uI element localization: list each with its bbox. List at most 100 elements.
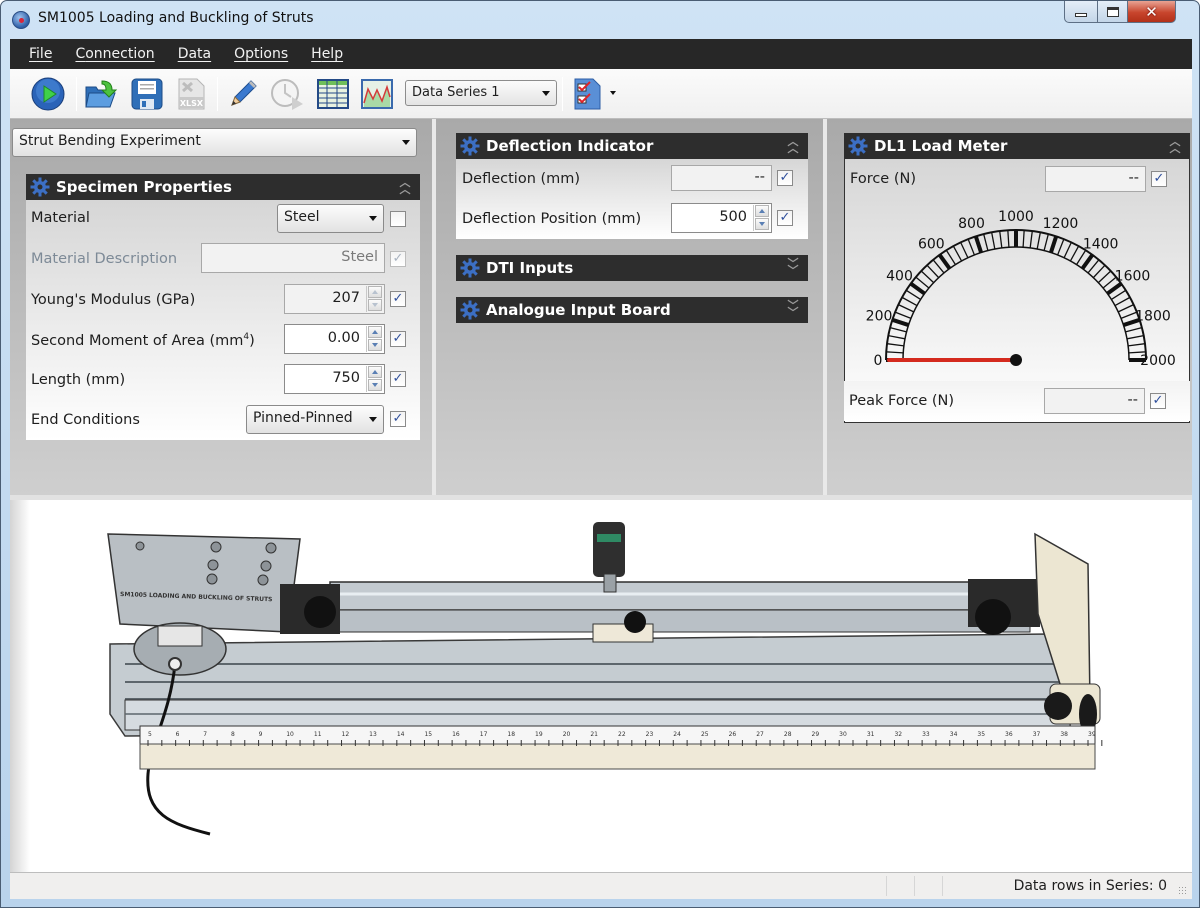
data-series-select[interactable]: Data Series 1 xyxy=(405,80,557,106)
gauge-minor-tick xyxy=(1092,264,1106,279)
spin-up-icon[interactable] xyxy=(755,205,769,217)
deflection-indicator-header[interactable]: Deflection Indicator ︿ ︿ xyxy=(456,133,808,159)
menu-data-label: ata xyxy=(188,46,212,62)
gauge-major-tick xyxy=(1080,253,1095,270)
table-icon[interactable] xyxy=(316,77,350,111)
analogue-input-board-header[interactable]: Analogue Input Board ﹀ ﹀ xyxy=(456,297,808,323)
gear-icon xyxy=(30,177,50,197)
end-conditions-checkbox[interactable]: ✓ xyxy=(390,411,406,427)
gauge-major-tick xyxy=(909,281,926,296)
ruler-label: 7 xyxy=(203,731,207,738)
expand-down-icon[interactable]: ﹀ ﹀ xyxy=(786,258,800,276)
menu-connection-accel: C xyxy=(75,46,86,62)
material-checkbox[interactable] xyxy=(390,211,406,227)
dti-inputs-header[interactable]: DTI Inputs ﹀ ﹀ xyxy=(456,255,808,281)
length-spinner[interactable] xyxy=(366,366,383,392)
peak-force-row: Peak Force (N) -- ✓ xyxy=(844,381,1190,421)
deflection-position-spinner[interactable] xyxy=(753,205,770,231)
ruler-label: 21 xyxy=(590,731,598,738)
collapse-up-icon[interactable]: ︿ ︿ xyxy=(398,177,412,195)
collapse-up-icon[interactable]: ︿ ︿ xyxy=(786,136,800,154)
deflection-checkbox[interactable]: ✓ xyxy=(777,170,793,186)
expand-down-icon[interactable]: ﹀ ﹀ xyxy=(786,300,800,318)
ruler-label: 30 xyxy=(839,731,847,738)
save-icon[interactable] xyxy=(130,77,164,111)
menu-file[interactable]: File xyxy=(29,46,52,62)
gauge-tick-label: 2000 xyxy=(1140,353,1176,369)
resize-grip-icon[interactable] xyxy=(1178,886,1188,896)
play-icon[interactable] xyxy=(31,77,65,111)
gauge-minor-tick xyxy=(886,351,904,354)
apparatus-illustration-area: SM1005 LOADING AND BUCKLING OF STRUTS 5 … xyxy=(10,500,1192,872)
collapse-up-icon[interactable]: ︿ ︿ xyxy=(1168,136,1182,154)
force-checkbox[interactable]: ✓ xyxy=(1151,171,1167,187)
title-bar: SM1005 Loading and Buckling of Struts ✕ xyxy=(1,1,1199,39)
second-moment-spinner[interactable] xyxy=(366,326,383,352)
gear-icon xyxy=(460,300,480,320)
export-xlsx-icon[interactable]: XLSX xyxy=(174,77,208,111)
length-field[interactable]: 750 xyxy=(284,364,385,394)
gauge-major-tick xyxy=(937,253,952,270)
column-divider xyxy=(823,119,827,495)
ruler-label: 16 xyxy=(452,731,460,738)
youngs-modulus-checkbox[interactable]: ✓ xyxy=(390,291,406,307)
minimize-button[interactable] xyxy=(1064,1,1098,23)
specimen-properties-title: Specimen Properties xyxy=(56,178,232,196)
force-field: -- xyxy=(1045,166,1146,192)
column-divider xyxy=(432,119,436,495)
gauge-minor-tick xyxy=(952,245,963,262)
spin-up-icon[interactable] xyxy=(368,366,382,378)
app-window: SM1005 Loading and Buckling of Struts ✕ … xyxy=(0,0,1200,908)
gear-icon xyxy=(848,136,868,156)
spin-down-icon[interactable] xyxy=(368,379,382,391)
gauge-minor-tick xyxy=(1063,242,1072,259)
checklist-dropdown-icon[interactable] xyxy=(610,91,616,95)
gauge-minor-tick xyxy=(889,327,907,333)
ruler-label: 24 xyxy=(673,731,681,738)
ruler-label: 39 xyxy=(1088,731,1096,738)
length-checkbox[interactable]: ✓ xyxy=(390,371,406,387)
maximize-button[interactable] xyxy=(1098,1,1128,23)
spin-up-icon[interactable] xyxy=(368,326,382,338)
menu-help-label: elp xyxy=(321,46,344,62)
ruler-label: 37 xyxy=(1033,731,1041,738)
pencil-icon[interactable] xyxy=(226,77,260,111)
peak-force-label: Peak Force (N) xyxy=(849,393,955,409)
toolbar-separator xyxy=(217,77,218,111)
open-folder-icon[interactable] xyxy=(84,77,118,111)
ruler-label: 20 xyxy=(563,731,571,738)
material-select[interactable]: Steel xyxy=(277,204,384,233)
checklist-icon[interactable] xyxy=(571,77,605,111)
menu-data[interactable]: Data xyxy=(178,46,211,62)
ruler-label: 28 xyxy=(784,731,792,738)
menu-options-label: ptions xyxy=(245,46,289,62)
menu-connection[interactable]: Connection xyxy=(75,46,154,62)
specimen-properties-header[interactable]: Specimen Properties ︿ ︿ xyxy=(26,174,420,200)
chart-icon[interactable] xyxy=(360,77,394,111)
close-button[interactable]: ✕ xyxy=(1128,1,1176,23)
ruler-label: 9 xyxy=(259,731,263,738)
chevron-down-icon xyxy=(542,91,550,96)
load-meter-header[interactable]: DL1 Load Meter ︿ ︿ xyxy=(844,133,1190,159)
menu-options[interactable]: Options xyxy=(234,46,288,62)
clock-timer-icon[interactable] xyxy=(270,77,304,111)
window-title: SM1005 Loading and Buckling of Struts xyxy=(38,10,314,26)
end-conditions-select[interactable]: Pinned-Pinned xyxy=(246,405,384,434)
peak-force-checkbox[interactable]: ✓ xyxy=(1150,393,1166,409)
experiment-select[interactable]: Strut Bending Experiment xyxy=(12,128,417,157)
ruler-label: 10 xyxy=(286,731,294,738)
youngs-modulus-spinner xyxy=(366,286,383,312)
gear-icon xyxy=(460,136,480,156)
menu-help[interactable]: Help xyxy=(311,46,343,62)
deflection-position-checkbox[interactable]: ✓ xyxy=(777,210,793,226)
dti-inputs-title: DTI Inputs xyxy=(486,259,574,277)
spin-down-icon[interactable] xyxy=(368,339,382,351)
gauge-major-tick xyxy=(891,317,910,327)
ruler-label: 23 xyxy=(646,731,654,738)
menu-options-accel: O xyxy=(234,46,246,62)
second-moment-checkbox[interactable]: ✓ xyxy=(390,331,406,347)
spin-down-icon[interactable] xyxy=(755,218,769,230)
ruler-label: 18 xyxy=(507,731,515,738)
second-moment-field[interactable]: 0.00 xyxy=(284,324,385,354)
deflection-position-field[interactable]: 500 xyxy=(671,203,772,233)
